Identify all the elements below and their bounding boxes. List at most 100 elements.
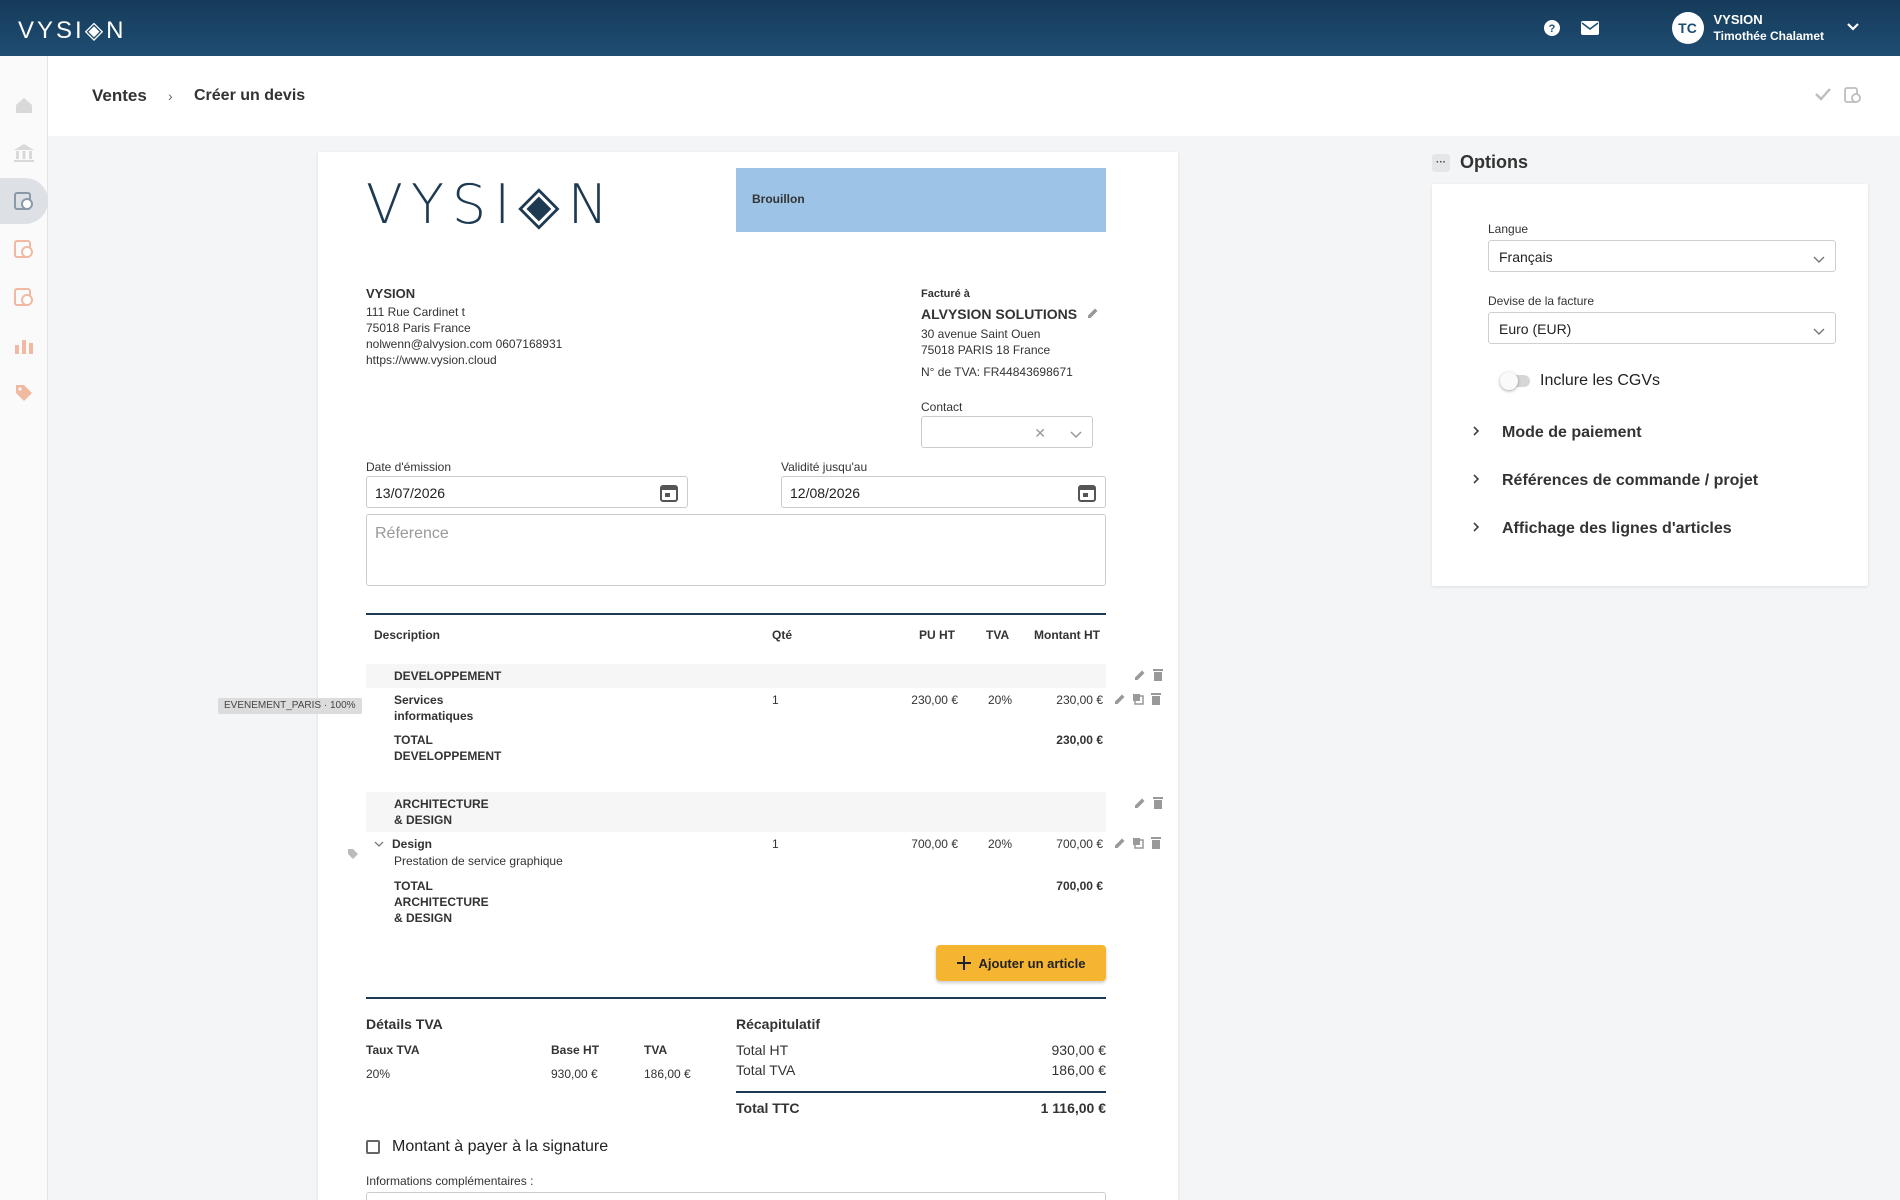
- additional-info-input[interactable]: [366, 1192, 1106, 1200]
- duplicate-icon[interactable]: [1132, 836, 1144, 854]
- summary-title: Récapitulatif: [736, 1016, 821, 1032]
- accordion-payment-mode[interactable]: Mode de paiement: [1472, 424, 1642, 442]
- item-pu: 700,00 €: [911, 837, 958, 851]
- chevron-down-icon[interactable]: [1846, 19, 1860, 37]
- chevron-right-icon: [1472, 424, 1480, 442]
- reference-input[interactable]: Réference: [366, 514, 1106, 586]
- breadcrumb-ventes[interactable]: Ventes: [92, 86, 147, 106]
- cgv-toggle[interactable]: [1500, 372, 1530, 390]
- col-pu-ht: PU HT: [919, 628, 955, 642]
- top-icons: ?: [1542, 18, 1600, 38]
- item-pu: 230,00 €: [911, 693, 958, 707]
- buyer-name: ALVYSION SOLUTIONS: [921, 306, 1078, 322]
- bank-icon[interactable]: [0, 130, 48, 176]
- page-header: Ventes › Créer un devis: [48, 56, 1900, 136]
- edit-icon[interactable]: [1114, 836, 1126, 854]
- group-total-label: TOTAL DEVELOPPEMENT: [394, 733, 502, 763]
- sidebar: [0, 56, 48, 1200]
- contact-select[interactable]: ✕: [921, 416, 1093, 448]
- seller-line: 75018 Paris France: [366, 321, 471, 335]
- edit-icon[interactable]: [1134, 668, 1146, 686]
- user-name: Timothée Chalamet: [1713, 29, 1824, 43]
- language-label: Langue: [1488, 222, 1529, 236]
- accordion-order-references[interactable]: Références de commande / projet: [1472, 472, 1758, 490]
- group-actions: [1134, 668, 1164, 686]
- seller-line: nolwenn@alvysion.com 0607168931: [366, 337, 563, 351]
- chevron-down-icon[interactable]: [374, 836, 384, 852]
- item-amount: 230,00 €: [1056, 693, 1103, 707]
- trash-icon[interactable]: [1152, 668, 1164, 686]
- chevron-down-icon: [1813, 251, 1825, 267]
- plus-icon: [956, 956, 971, 970]
- issue-date-label: Date d'émission: [366, 460, 451, 474]
- item-qty: 1: [772, 837, 779, 851]
- add-article-button[interactable]: Ajouter un article: [936, 945, 1106, 981]
- buyer-block: Facturé à ALVYSION SOLUTIONS 30 avenue S…: [921, 286, 1111, 380]
- tva-details-title: Détails TVA: [366, 1016, 443, 1032]
- item-qty: 1: [772, 693, 779, 707]
- item-name[interactable]: Services informatiques: [394, 692, 504, 724]
- accordion-line-display[interactable]: Affichage des lignes d'articles: [1472, 520, 1732, 538]
- group-actions: [1134, 796, 1164, 814]
- trash-icon[interactable]: [1150, 836, 1162, 854]
- total-tva-row: Total TVA 186,00 €: [736, 1062, 1106, 1078]
- tag-icon[interactable]: [0, 370, 48, 416]
- breadcrumb-separator: ›: [168, 88, 173, 104]
- language-select[interactable]: Français: [1488, 240, 1836, 272]
- edit-client-icon[interactable]: [1087, 306, 1099, 322]
- issue-date-input[interactable]: 13/07/2026: [366, 476, 688, 508]
- seller-line: https://www.vysion.cloud: [366, 353, 497, 367]
- sales-invoice-icon[interactable]: [0, 178, 48, 224]
- mail-icon[interactable]: [1580, 18, 1600, 38]
- col-amount: Montant HT: [1034, 628, 1100, 642]
- col-description: Description: [374, 628, 441, 642]
- app-logo[interactable]: VYSI◈N: [18, 16, 126, 45]
- item-actions: [1114, 692, 1162, 710]
- avatar: TC: [1671, 12, 1704, 44]
- more-icon[interactable]: ···: [1432, 153, 1450, 172]
- page-title: Créer un devis: [194, 87, 306, 104]
- group-total-label: TOTAL ARCHITECTURE & DESIGN: [394, 879, 489, 925]
- valid-date-input[interactable]: 12/08/2026: [781, 476, 1106, 508]
- tag-icon[interactable]: [347, 847, 359, 865]
- item-name[interactable]: Design: [392, 836, 432, 852]
- seller-block: VYSION 111 Rue Cardinet t 75018 Paris Fr…: [366, 286, 562, 368]
- group-name: DEVELOPPEMENT: [394, 669, 502, 683]
- trash-icon[interactable]: [1152, 796, 1164, 814]
- home-icon[interactable]: [0, 82, 48, 128]
- purchase-icon[interactable]: [0, 226, 48, 272]
- svg-text:?: ?: [1549, 23, 1556, 35]
- total-ttc-row: Total TTC 1 116,00 €: [736, 1100, 1106, 1116]
- currency-select[interactable]: Euro (EUR): [1488, 312, 1836, 344]
- chevron-down-icon: [1813, 323, 1825, 339]
- chevron-right-icon: [1472, 472, 1480, 490]
- save-invoice-icon[interactable]: [1844, 86, 1862, 109]
- sign-payment-checkbox[interactable]: [366, 1140, 380, 1154]
- expense-icon[interactable]: [0, 274, 48, 320]
- options-header: ··· Options: [1432, 152, 1528, 173]
- edit-icon[interactable]: [1114, 692, 1126, 710]
- calendar-icon[interactable]: [659, 483, 679, 506]
- top-bar: VYSI◈N ? TC VYSION Timothée Chalamet: [0, 0, 1900, 56]
- group-total: 230,00 €: [1056, 733, 1103, 747]
- header-actions: [1814, 86, 1862, 109]
- col-qty: Qté: [772, 628, 793, 642]
- clear-icon[interactable]: ✕: [1034, 425, 1046, 442]
- contact-label: Contact: [921, 400, 963, 414]
- check-icon[interactable]: [1814, 86, 1832, 109]
- trash-icon[interactable]: [1150, 692, 1162, 710]
- total-tva: 186,00 €: [1051, 1062, 1107, 1078]
- sign-payment-row[interactable]: Montant à payer à la signature: [366, 1138, 608, 1156]
- analytic-tag-badge[interactable]: EVENEMENT_PARIS · 100%: [218, 698, 362, 714]
- edit-icon[interactable]: [1134, 796, 1146, 814]
- chevron-down-icon[interactable]: [1070, 426, 1082, 444]
- duplicate-icon[interactable]: [1132, 692, 1144, 710]
- item-tva: 20%: [988, 837, 1013, 851]
- reports-icon[interactable]: [0, 322, 48, 368]
- user-menu[interactable]: TC VYSION Timothée Chalamet: [1671, 11, 1860, 45]
- chevron-right-icon: [1472, 520, 1480, 538]
- options-panel: Langue Français Devise de la facture Eur…: [1432, 184, 1868, 586]
- calendar-icon[interactable]: [1077, 483, 1097, 506]
- help-icon[interactable]: ?: [1542, 18, 1562, 38]
- cgv-toggle-row[interactable]: Inclure les CGVs: [1500, 372, 1660, 390]
